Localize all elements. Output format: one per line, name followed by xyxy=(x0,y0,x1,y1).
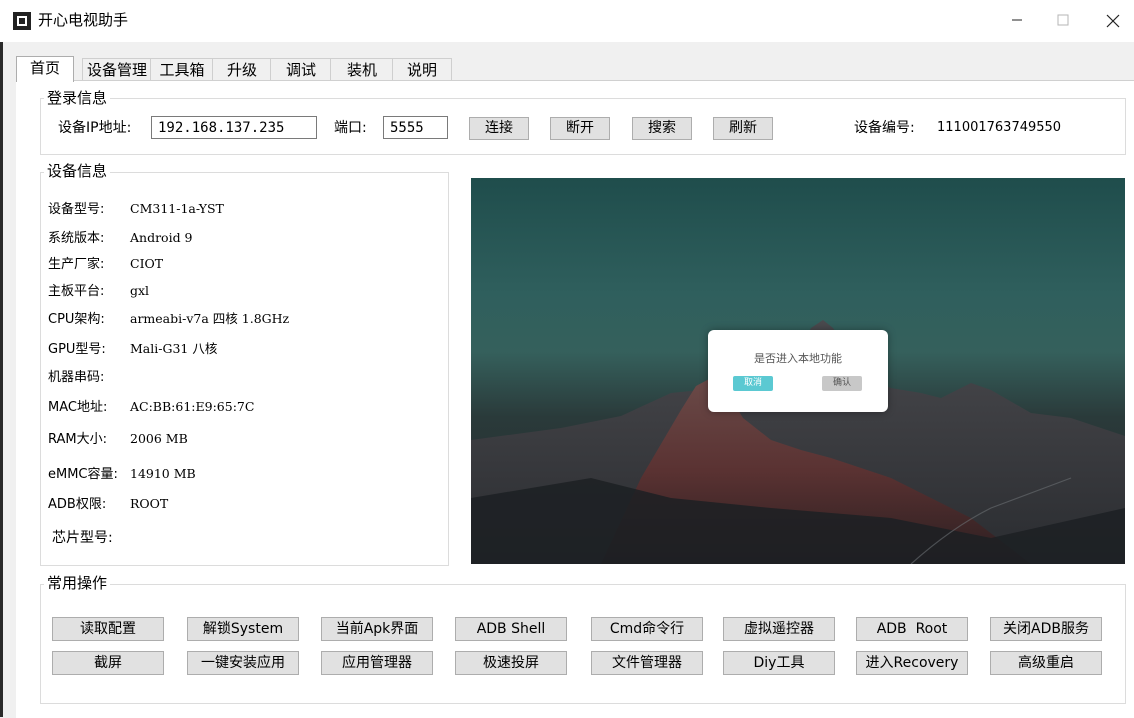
info-row-mac: MAC地址: AC:BB:61:E9:65:7C xyxy=(48,398,254,417)
info-row-emmc: eMMC容量: 14910 MB xyxy=(48,465,196,484)
read-config-button[interactable]: 读取配置 xyxy=(52,617,164,641)
refresh-button[interactable]: 刷新 xyxy=(713,117,773,140)
window-title: 开心电视助手 xyxy=(38,11,129,29)
one-click-install-button[interactable]: 一键安装应用 xyxy=(187,651,299,675)
close-adb-service-button[interactable]: 关闭ADB服务 xyxy=(990,617,1102,641)
close-button[interactable] xyxy=(1090,0,1134,42)
info-key: MAC地址: xyxy=(48,400,108,415)
info-key: eMMC容量: xyxy=(48,467,118,482)
maximize-icon xyxy=(1057,14,1069,26)
info-key: 设备型号: xyxy=(48,202,105,217)
info-row-platform: 主板平台: gxl xyxy=(48,282,149,301)
tab-upgrade[interactable]: 升级 xyxy=(212,58,272,81)
diy-tools-button[interactable]: Diy工具 xyxy=(723,651,835,675)
info-value: 2006 MB xyxy=(130,431,188,446)
device-id-label: 设备编号: xyxy=(854,120,915,136)
fast-cast-button[interactable]: 极速投屏 xyxy=(455,651,567,675)
tab-debug[interactable]: 调试 xyxy=(270,58,332,81)
tab-toolbox[interactable]: 工具箱 xyxy=(150,58,214,81)
info-row-serial: 机器串码: xyxy=(48,368,130,387)
device-info-group-label: 设备信息 xyxy=(44,162,111,180)
disconnect-button[interactable]: 断开 xyxy=(550,117,610,140)
dialog-cancel-button[interactable]: 取消 xyxy=(733,376,773,391)
info-value: 14910 MB xyxy=(130,466,196,481)
info-value: CIOT xyxy=(130,256,164,271)
info-key: 芯片型号: xyxy=(52,530,113,546)
local-function-dialog: 是否进入本地功能 取消 确认 xyxy=(708,330,888,412)
info-key: CPU架构: xyxy=(48,312,105,327)
close-icon xyxy=(1106,14,1120,28)
ip-label: 设备IP地址: xyxy=(58,120,132,136)
advanced-reboot-button[interactable]: 高级重启 xyxy=(990,651,1102,675)
tv-screen-preview[interactable]: 是否进入本地功能 取消 确认 xyxy=(471,178,1125,564)
tab-install[interactable]: 装机 xyxy=(330,58,394,81)
screenshot-button[interactable]: 截屏 xyxy=(52,651,164,675)
info-row-manufacturer: 生产厂家: CIOT xyxy=(48,255,163,274)
info-key: RAM大小: xyxy=(48,432,107,447)
virtual-remote-button[interactable]: 虚拟遥控器 xyxy=(723,617,835,641)
info-key: GPU型号: xyxy=(48,342,106,357)
current-apk-screen-button[interactable]: 当前Apk界面 xyxy=(321,617,433,641)
info-value: armeabi-v7a 四核 1.8GHz xyxy=(130,311,290,326)
info-value: Android 9 xyxy=(130,230,193,245)
info-key: 系统版本: xyxy=(48,231,105,246)
info-key: ADB权限: xyxy=(48,497,107,512)
ip-input[interactable] xyxy=(151,116,317,139)
port-label: 端口: xyxy=(334,120,367,136)
adb-root-button[interactable]: ADB Root xyxy=(856,617,968,641)
port-input[interactable] xyxy=(383,116,448,139)
search-button[interactable]: 搜索 xyxy=(632,117,692,140)
info-row-os-version: 系统版本: Android 9 xyxy=(48,229,193,248)
info-value: gxl xyxy=(130,283,150,298)
dialog-message: 是否进入本地功能 xyxy=(754,352,842,365)
dialog-ok-button[interactable]: 确认 xyxy=(822,376,862,391)
info-row-model: 设备型号: CM311-1a-YST xyxy=(48,200,224,219)
connect-button[interactable]: 连接 xyxy=(469,117,529,140)
operations-group-label: 常用操作 xyxy=(44,574,111,592)
title-bar[interactable]: 开心电视助手 xyxy=(0,0,1134,42)
adb-shell-button[interactable]: ADB Shell xyxy=(455,617,567,641)
cmd-console-button[interactable]: Cmd命令行 xyxy=(591,617,703,641)
info-row-chip: 芯片型号: xyxy=(52,529,134,547)
info-row-ram: RAM大小: 2006 MB xyxy=(48,430,188,449)
minimize-icon xyxy=(1012,19,1022,21)
info-key: 主板平台: xyxy=(48,284,105,299)
info-value: Mali-G31 八核 xyxy=(130,341,218,356)
login-group-label: 登录信息 xyxy=(44,89,111,107)
info-row-gpu: GPU型号: Mali-G31 八核 xyxy=(48,340,217,359)
unlock-system-button[interactable]: 解锁System xyxy=(187,617,299,641)
info-value: ROOT xyxy=(130,496,169,511)
info-row-adb: ADB权限: ROOT xyxy=(48,495,168,514)
info-key: 生产厂家: xyxy=(48,257,105,272)
maximize-button[interactable] xyxy=(1040,0,1086,42)
file-manager-button[interactable]: 文件管理器 xyxy=(591,651,703,675)
device-id-value: 111001763749550 xyxy=(937,120,1062,135)
info-row-cpu: CPU架构: armeabi-v7a 四核 1.8GHz xyxy=(48,310,289,329)
app-icon xyxy=(13,12,31,30)
enter-recovery-button[interactable]: 进入Recovery xyxy=(856,651,968,675)
minimize-button[interactable] xyxy=(994,0,1040,42)
tab-home[interactable]: 首页 xyxy=(16,56,74,82)
tab-device-management[interactable]: 设备管理 xyxy=(82,58,152,81)
info-key: 机器串码: xyxy=(48,370,105,385)
info-value: CM311-1a-YST xyxy=(130,201,224,216)
operations-group xyxy=(40,584,1126,704)
tab-help[interactable]: 说明 xyxy=(392,58,452,81)
app-manager-button[interactable]: 应用管理器 xyxy=(321,651,433,675)
window-edge xyxy=(0,42,3,717)
info-value: AC:BB:61:E9:65:7C xyxy=(130,399,255,414)
